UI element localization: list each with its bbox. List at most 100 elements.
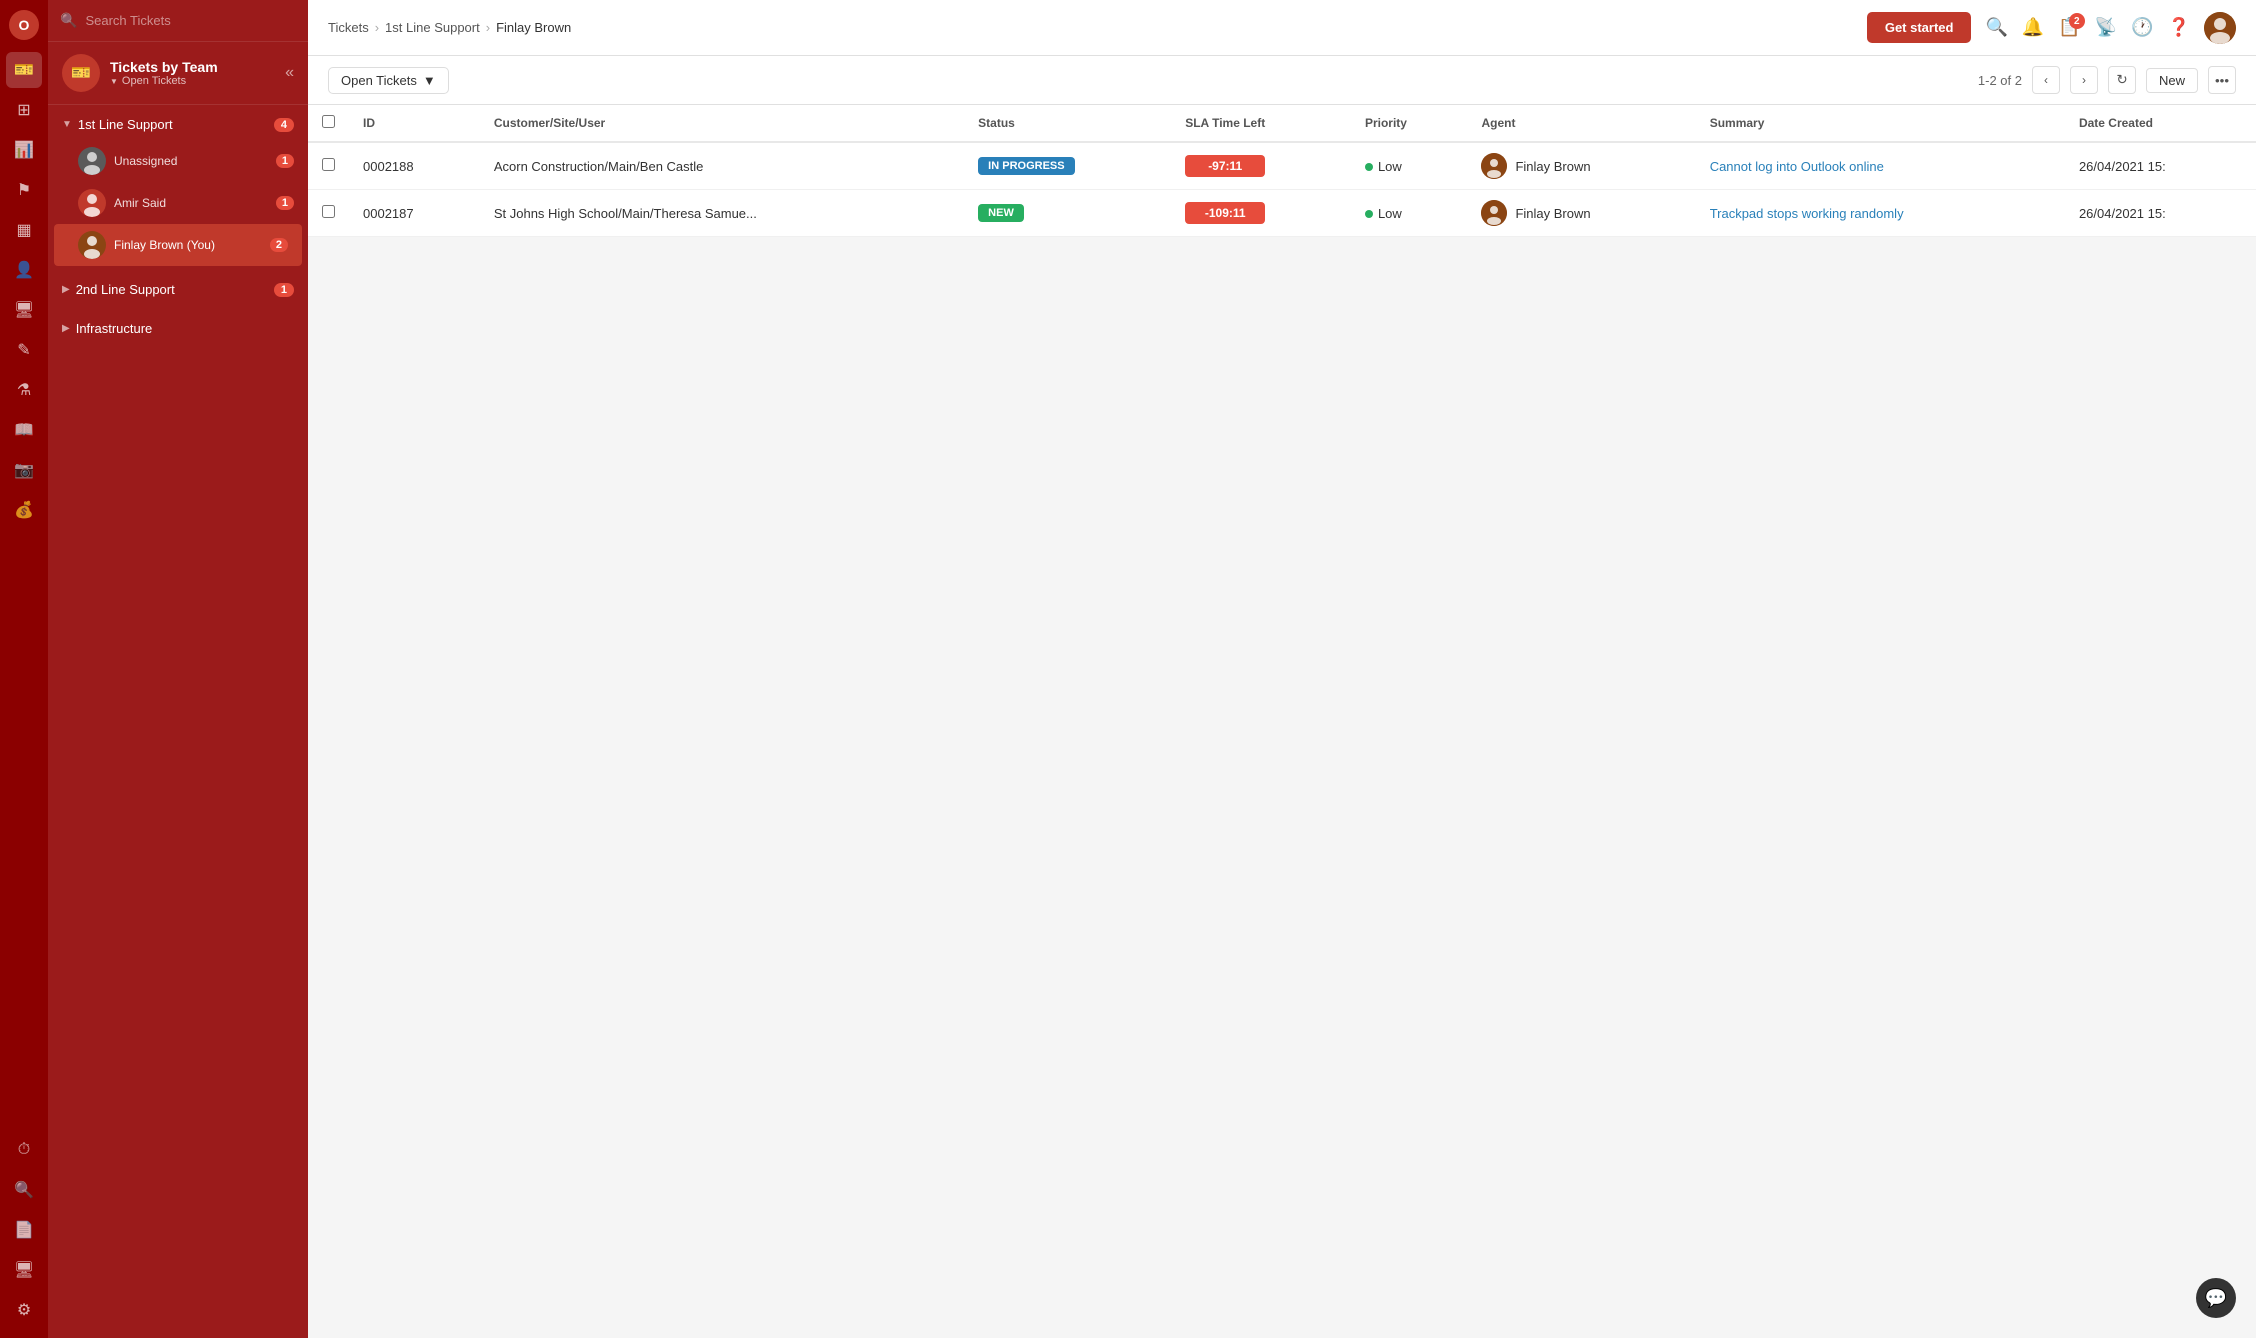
agent-avatar-0 <box>1481 153 1507 179</box>
nav-camera[interactable]: 📷 <box>6 452 42 488</box>
table-row[interactable]: 0002187 St Johns High School/Main/Theres… <box>308 190 2256 237</box>
nav-calendar[interactable]: ▦ <box>6 212 42 248</box>
priority-dot-0 <box>1365 163 1373 171</box>
col-customer: Customer/Site/User <box>480 105 964 142</box>
nav-tickets[interactable]: 🎫 <box>6 52 42 88</box>
unassigned-avatar <box>78 147 106 175</box>
breadcrumb-tickets[interactable]: Tickets <box>328 20 369 35</box>
sla-badge-1: -109:11 <box>1185 202 1265 224</box>
sidebar-header-text: Tickets by Team Open Tickets <box>110 59 275 87</box>
sidebar-subtitle[interactable]: Open Tickets <box>110 75 275 87</box>
sidebar-agent-amir-said[interactable]: Amir Said 1 <box>48 182 308 224</box>
col-status: Status <box>964 105 1171 142</box>
amir-said-avatar <box>78 189 106 217</box>
finlay-brown-name: Finlay Brown (You) <box>114 238 262 252</box>
finlay-brown-badge: 2 <box>270 238 288 252</box>
refresh-button[interactable]: ↻ <box>2108 66 2136 94</box>
row-checkbox-1 <box>308 190 349 237</box>
notifications-icon[interactable]: 🔔 <box>2022 17 2044 38</box>
search-topbar-icon[interactable]: 🔍 <box>1985 17 2007 38</box>
breadcrumb-1st-line[interactable]: 1st Line Support <box>385 20 480 35</box>
nav-report[interactable]: 📄 <box>6 1212 42 1248</box>
open-tickets-filter[interactable]: Open Tickets ▼ <box>328 67 449 94</box>
topbar: Tickets › 1st Line Support › Finlay Brow… <box>308 0 2256 56</box>
breadcrumb-sep-2: › <box>486 20 490 35</box>
col-summary: Summary <box>1696 105 2065 142</box>
nav-dashboard[interactable]: ⊞ <box>6 92 42 128</box>
row-select-0[interactable] <box>322 158 335 171</box>
help-icon[interactable]: ❓ <box>2168 17 2190 38</box>
row-summary-0[interactable]: Cannot log into Outlook online <box>1696 142 2065 190</box>
pagination-prev-button[interactable]: ‹ <box>2032 66 2060 94</box>
row-select-1[interactable] <box>322 205 335 218</box>
table-row[interactable]: 0002188 Acorn Construction/Main/Ben Cast… <box>308 142 2256 190</box>
get-started-button[interactable]: Get started <box>1867 12 1972 43</box>
nav-contacts[interactable]: 👤 <box>6 252 42 288</box>
sidebar-agent-finlay-brown[interactable]: Finlay Brown (You) 2 <box>54 224 302 266</box>
team-badge-1st: 4 <box>274 118 294 132</box>
nav-screen[interactable]: 🖥 <box>6 1252 42 1288</box>
summary-link-0[interactable]: Cannot log into Outlook online <box>1710 159 1884 174</box>
topbar-actions: Get started 🔍 🔔 📋 2 📡 🕐 ❓ <box>1867 12 2236 44</box>
main-content: Tickets › 1st Line Support › Finlay Brow… <box>308 0 2256 1338</box>
agent-name-1: Finlay Brown <box>1515 206 1590 221</box>
select-all-checkbox[interactable] <box>322 115 335 128</box>
nav-monitor[interactable]: 🖥 <box>6 292 42 328</box>
col-priority: Priority <box>1351 105 1468 142</box>
ticket-list-header: Open Tickets ▼ 1-2 of 2 ‹ › ↻ New ••• <box>308 56 2256 105</box>
new-ticket-button[interactable]: New <box>2146 68 2198 93</box>
team-name-infra: Infrastructure <box>76 321 294 336</box>
sidebar-collapse-button[interactable]: « <box>285 64 294 82</box>
nav-edit[interactable]: ✎ <box>6 332 42 368</box>
more-options-button[interactable]: ••• <box>2208 66 2236 94</box>
sidebar-team-2nd-line-support[interactable]: ▶ 2nd Line Support 1 <box>48 274 308 305</box>
sidebar: 🔍 🎫 Tickets by Team Open Tickets « ▼ 1st… <box>48 0 308 1338</box>
sidebar-search-area: 🔍 <box>48 0 308 42</box>
sidebar-agent-unassigned[interactable]: Unassigned 1 <box>48 140 308 182</box>
ticket-table: ID Customer/Site/User Status SLA Time Le… <box>308 105 2256 237</box>
chevron-right-icon: ▶ <box>62 284 70 295</box>
sidebar-search-icon: 🔍 <box>60 12 77 29</box>
nav-billing[interactable]: 💰 <box>6 492 42 528</box>
nav-flag[interactable]: ⚑ <box>6 172 42 208</box>
sidebar-header: 🎫 Tickets by Team Open Tickets « <box>48 42 308 105</box>
sidebar-team-1st-line-support[interactable]: ▼ 1st Line Support 4 <box>48 109 308 140</box>
search-input[interactable] <box>85 13 296 28</box>
sidebar-header-avatar: 🎫 <box>62 54 100 92</box>
row-id-0: 0002188 <box>349 142 480 190</box>
team-badge-2nd: 1 <box>274 283 294 297</box>
user-avatar[interactable] <box>2204 12 2236 44</box>
chat-bubble[interactable]: 💬 <box>2196 1278 2236 1318</box>
pagination-next-button[interactable]: › <box>2070 66 2098 94</box>
sidebar-section-1st-line: ▼ 1st Line Support 4 Unassigned 1 Amir S… <box>48 105 308 270</box>
row-sla-0: -97:11 <box>1171 142 1351 190</box>
sidebar-team-infrastructure[interactable]: ▶ Infrastructure <box>48 313 308 344</box>
nav-lab[interactable]: ⚗ <box>6 372 42 408</box>
sidebar-section-infrastructure: ▶ Infrastructure <box>48 309 308 348</box>
nav-book[interactable]: 📖 <box>6 412 42 448</box>
calendar-topbar-icon[interactable]: 📋 2 <box>2058 17 2080 38</box>
agent-name-0: Finlay Brown <box>1515 159 1590 174</box>
breadcrumb: Tickets › 1st Line Support › Finlay Brow… <box>328 20 1855 35</box>
row-date-1: 26/04/2021 15: <box>2065 190 2256 237</box>
sla-badge-0: -97:11 <box>1185 155 1265 177</box>
nav-charts[interactable]: 📊 <box>6 132 42 168</box>
table-header-row: ID Customer/Site/User Status SLA Time Le… <box>308 105 2256 142</box>
col-id: ID <box>349 105 480 142</box>
unassigned-label: Unassigned <box>114 154 268 168</box>
nav-search[interactable]: 🔍 <box>6 1172 42 1208</box>
priority-dot-1 <box>1365 210 1373 218</box>
feed-icon[interactable]: 📡 <box>2095 17 2117 38</box>
app-logo[interactable]: O <box>9 10 39 40</box>
sidebar-section-2nd-line: ▶ 2nd Line Support 1 <box>48 270 308 309</box>
chevron-down-icon: ▼ <box>62 119 72 130</box>
row-checkbox-0 <box>308 142 349 190</box>
nav-clock[interactable]: ⏱ <box>6 1132 42 1168</box>
summary-link-1[interactable]: Trackpad stops working randomly <box>1710 206 1904 221</box>
row-summary-1[interactable]: Trackpad stops working randomly <box>1696 190 2065 237</box>
unassigned-badge: 1 <box>276 154 294 168</box>
nav-settings[interactable]: ⚙ <box>6 1292 42 1328</box>
row-customer-1: St Johns High School/Main/Theresa Samue.… <box>480 190 964 237</box>
history-icon[interactable]: 🕐 <box>2131 17 2153 38</box>
content-area: Open Tickets ▼ 1-2 of 2 ‹ › ↻ New ••• ID… <box>308 56 2256 1338</box>
